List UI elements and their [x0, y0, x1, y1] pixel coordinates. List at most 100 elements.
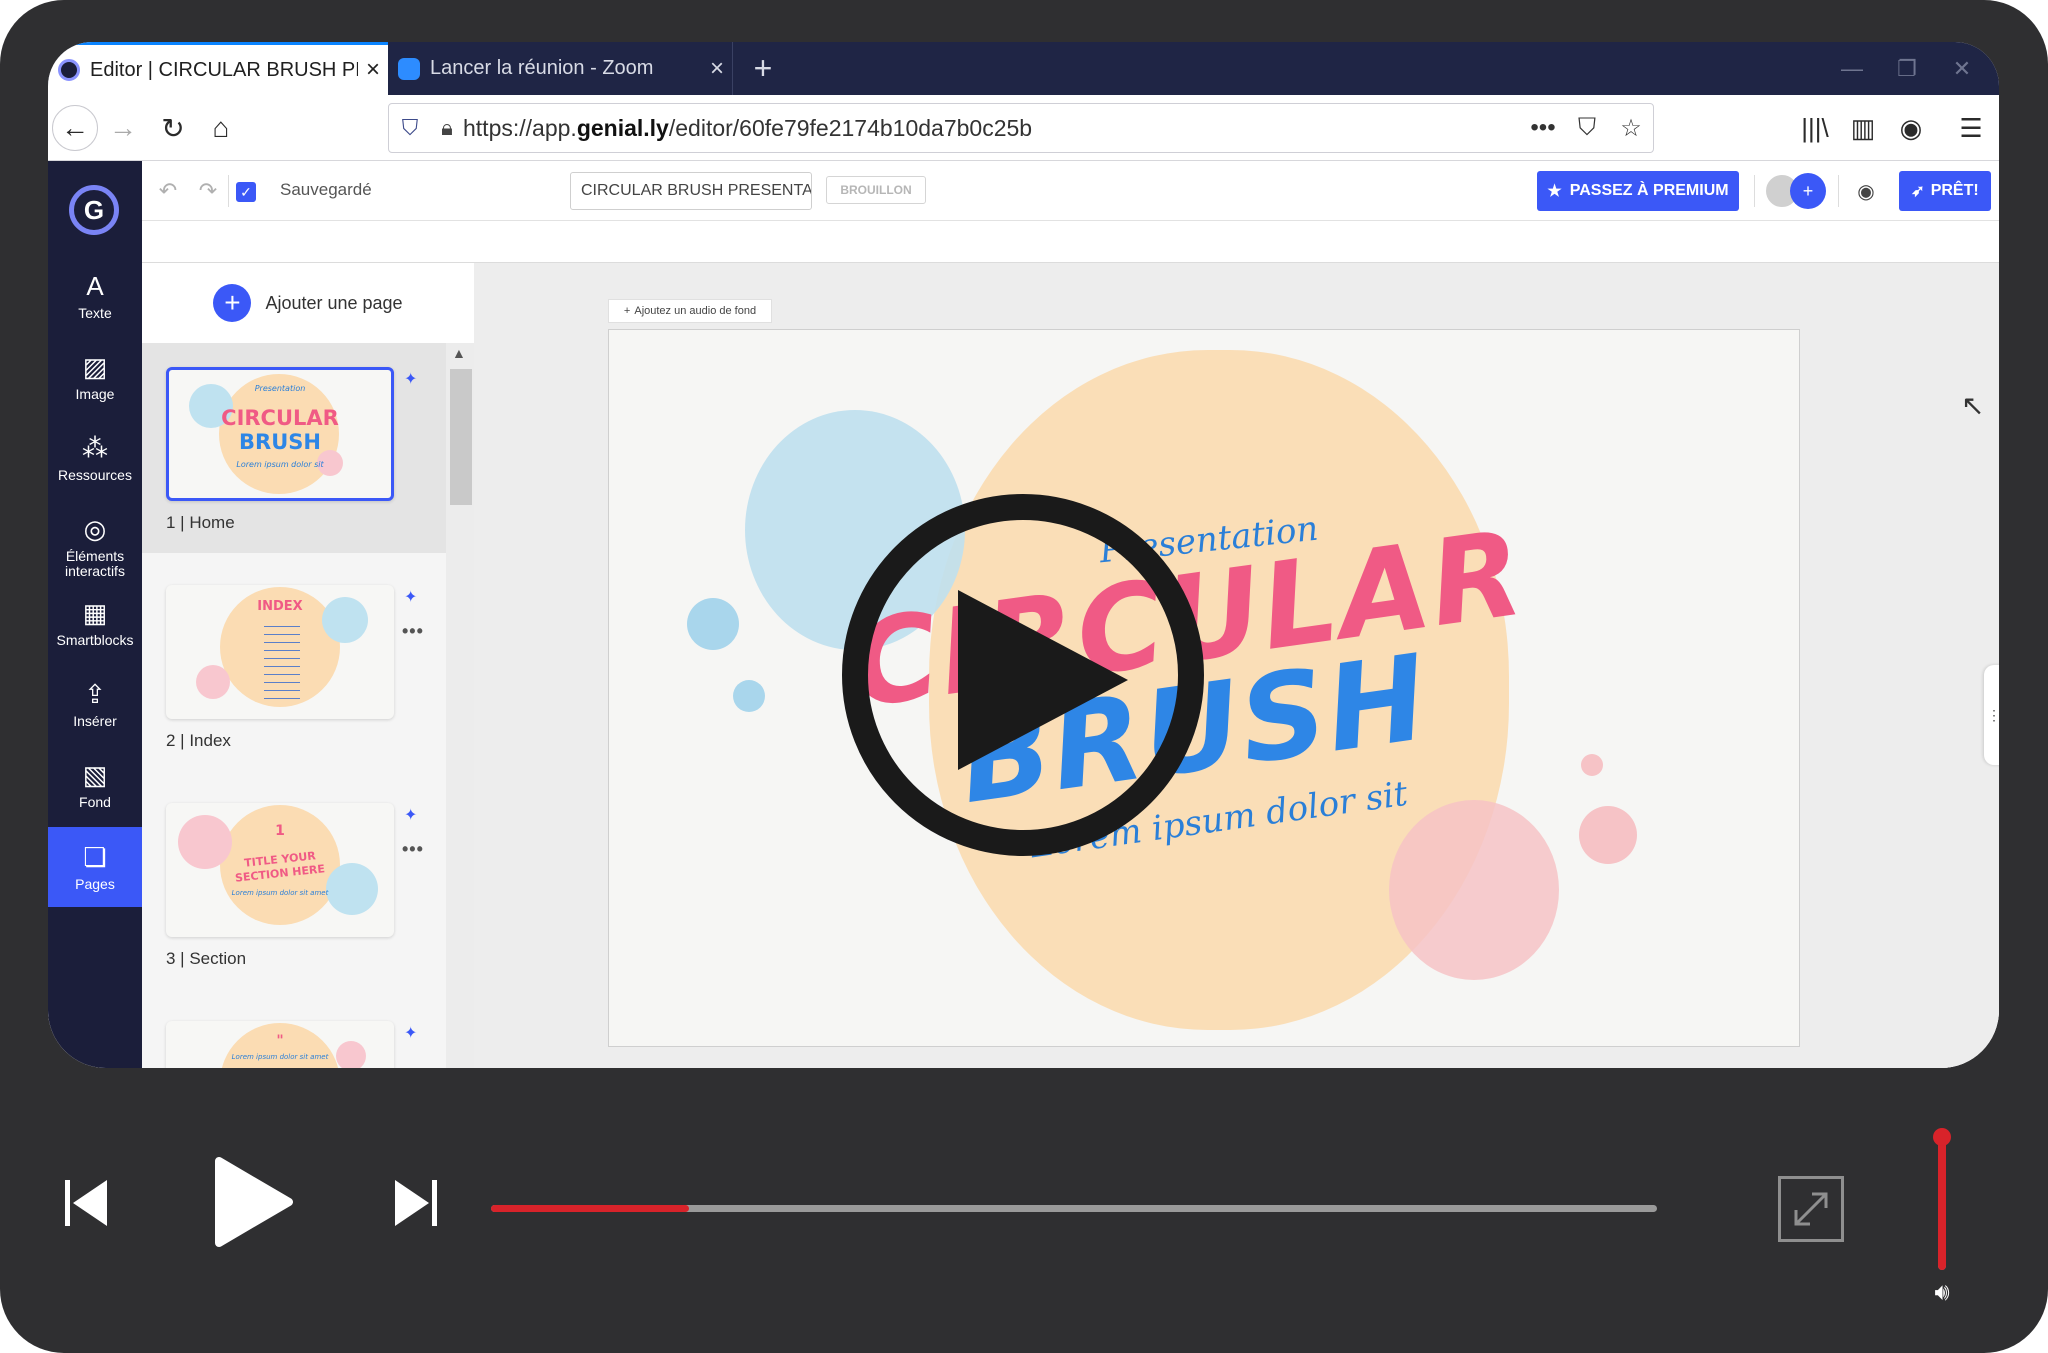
- thumb-index-list: [264, 621, 300, 701]
- magic-wand-icon[interactable]: ✦: [404, 805, 417, 825]
- bookmark-star-icon[interactable]: ☆: [1609, 114, 1653, 143]
- more-options-icon[interactable]: •••: [402, 839, 424, 860]
- page-thumbnail[interactable]: INDEX: [166, 585, 394, 719]
- pages-scrollbar[interactable]: ▲: [446, 343, 474, 1068]
- page-thumbnail[interactable]: " Lorem ipsum dolor sit amet: [166, 1021, 394, 1068]
- browser-menu-icon[interactable]: ☰: [1948, 105, 1994, 151]
- nav-insert[interactable]: ⇪ Insérer: [48, 664, 142, 744]
- saved-status: Sauvegardé: [280, 180, 372, 199]
- toolbar-divider: [1838, 175, 1839, 207]
- nav-smartblocks[interactable]: ▦ Smartblocks: [48, 583, 142, 663]
- redo-icon[interactable]: ↷: [192, 175, 224, 207]
- video-player: Editor | CIRCULAR BRUSH PRES × Lancer la…: [0, 0, 2048, 1353]
- rocket-icon: ➶: [1911, 183, 1925, 200]
- side-panel-handle[interactable]: ⋮: [1984, 665, 1999, 765]
- nav-pages[interactable]: ❏ Pages: [48, 827, 142, 907]
- interactive-elements-icon: ◎: [83, 513, 107, 544]
- magic-wand-icon[interactable]: ✦: [404, 369, 417, 389]
- reload-icon[interactable]: ↻: [150, 105, 196, 151]
- page-thumbnail[interactable]: 1 TITLE YOUR SECTION HERE Lorem ipsum do…: [166, 803, 394, 937]
- project-title-input[interactable]: CIRCULAR BRUSH PRESENTAT: [570, 172, 812, 210]
- volume-slider-handle[interactable]: [1933, 1128, 1951, 1146]
- skip-next-icon[interactable]: [386, 1170, 446, 1236]
- editor-toolbar: ↶ ↷ ✓ Sauvegardé CIRCULAR BRUSH PRESENTA…: [142, 161, 1999, 221]
- page-thumbnail-item[interactable]: " Lorem ipsum dolor sit amet ✦: [142, 997, 446, 1068]
- tab-title: Lancer la réunion - Zoom: [430, 57, 654, 79]
- magic-wand-icon[interactable]: ✦: [404, 587, 417, 607]
- genially-logo-icon[interactable]: G: [69, 185, 119, 235]
- ready-button[interactable]: ➶ PRÊT!: [1899, 171, 1991, 211]
- left-toolbar: G A Texte ▨ Image ⁂ Ressources ◎ Élément…: [48, 161, 142, 1068]
- sidebar-icon[interactable]: ▥: [1840, 105, 1886, 151]
- background-icon: ▧: [82, 760, 108, 790]
- tab-genially-editor[interactable]: Editor | CIRCULAR BRUSH PRES ×: [48, 42, 388, 95]
- nav-label: Texte: [78, 305, 112, 321]
- add-background-audio-button[interactable]: + Ajoutez un audio de fond: [608, 299, 772, 323]
- close-tab-icon[interactable]: ×: [358, 56, 388, 84]
- add-page-label: Ajouter une page: [265, 292, 403, 313]
- tab-zoom[interactable]: Lancer la réunion - Zoom ×: [388, 42, 733, 95]
- more-options-icon[interactable]: •••: [402, 621, 424, 642]
- account-icon[interactable]: ◉: [1888, 105, 1934, 151]
- add-page-button[interactable]: + Ajouter une page: [142, 263, 474, 343]
- address-bar[interactable]: ⛉ 🔒︎ https://app.genial.ly/editor/60fe79…: [388, 103, 1654, 153]
- audio-label: Ajoutez un audio de fond: [634, 305, 757, 317]
- overlay-play-button[interactable]: [842, 494, 1204, 856]
- progress-bar[interactable]: [491, 1205, 1657, 1212]
- tab-title: Editor | CIRCULAR BRUSH PRES: [90, 58, 358, 81]
- skip-previous-icon[interactable]: [56, 1170, 116, 1236]
- add-collaborator-icon[interactable]: +: [1790, 173, 1826, 209]
- ready-label: PRÊT!: [1930, 182, 1979, 199]
- tracking-shield-icon[interactable]: ⛉: [389, 115, 431, 141]
- ruler: [142, 221, 1999, 263]
- nav-resources[interactable]: ⁂ Ressources: [48, 418, 142, 498]
- mouse-cursor-icon: ↖: [1961, 390, 1985, 421]
- slide-canvas[interactable]: Presentation CIRCULAR BRUSH Lorem ipsum …: [608, 329, 1800, 1047]
- nav-label: Insérer: [73, 713, 117, 729]
- page-thumbnail-item[interactable]: 1 TITLE YOUR SECTION HERE Lorem ipsum do…: [142, 779, 446, 989]
- back-icon[interactable]: ←: [52, 105, 98, 151]
- magic-wand-icon[interactable]: ✦: [404, 1023, 417, 1043]
- progress-bar-fill: [491, 1205, 690, 1212]
- volume-slider[interactable]: [1938, 1130, 1946, 1270]
- chevron-up-icon[interactable]: ▲: [452, 345, 466, 361]
- image-icon: ▨: [82, 352, 108, 382]
- new-tab-icon[interactable]: +: [738, 42, 788, 95]
- library-icon[interactable]: |||\: [1792, 105, 1838, 151]
- nav-text[interactable]: A Texte: [48, 256, 142, 336]
- volume-icon[interactable]: 🔊︎: [1922, 1278, 1962, 1308]
- nav-label: Éléments interactifs: [65, 547, 125, 579]
- browser-navigation-bar: ← → ↻ ⌂ ⛉ 🔒︎ https://app.genial.ly/edito…: [48, 95, 1999, 161]
- zoom-favicon-icon: [398, 57, 420, 80]
- draft-badge: BROUILLON: [826, 176, 926, 204]
- editor-canvas[interactable]: + Ajoutez un audio de fond Presentation …: [474, 263, 1999, 1068]
- smartblocks-icon: ▦: [82, 598, 108, 628]
- close-tab-icon[interactable]: ×: [702, 55, 732, 83]
- forward-icon[interactable]: →: [100, 105, 146, 151]
- play-button-icon[interactable]: [206, 1152, 296, 1252]
- home-icon[interactable]: ⌂: [198, 105, 244, 151]
- page-actions-icon[interactable]: •••: [1521, 114, 1565, 142]
- thumb-script: Presentation: [254, 384, 306, 393]
- page-label: 2 | Index: [166, 731, 231, 750]
- pages-icon: ❏: [83, 842, 107, 872]
- plus-icon: +: [213, 284, 252, 322]
- scrollbar-thumb[interactable]: [450, 369, 472, 505]
- nav-image[interactable]: ▨ Image: [48, 337, 142, 417]
- close-window-icon[interactable]: ✕: [1927, 42, 1997, 95]
- page-label: 3 | Section: [166, 949, 247, 968]
- page-thumbnail[interactable]: Presentation CIRCULAR BRUSH Lorem ipsum …: [166, 367, 394, 501]
- nav-interactive-elements[interactable]: ◎ Éléments interactifs: [48, 501, 142, 591]
- page-thumbnail-item[interactable]: Presentation CIRCULAR BRUSH Lorem ipsum …: [142, 343, 446, 553]
- thumb-title: INDEX: [257, 599, 303, 614]
- pocket-icon[interactable]: ⛉: [1565, 114, 1609, 142]
- preview-eye-icon[interactable]: ◉: [1850, 175, 1882, 207]
- fullscreen-icon[interactable]: [1778, 1176, 1844, 1242]
- nav-background[interactable]: ▧ Fond: [48, 745, 142, 825]
- go-premium-button[interactable]: ★ PASSEZ À PREMIUM: [1537, 171, 1739, 211]
- lock-icon[interactable]: 🔒︎: [431, 115, 463, 141]
- url-text[interactable]: https://app.genial.ly/editor/60fe79fe217…: [463, 115, 1521, 142]
- thumb-blob: [196, 665, 230, 699]
- undo-icon[interactable]: ↶: [152, 175, 184, 207]
- page-thumbnail-item[interactable]: INDEX ✦ ••• 2 | Index: [142, 561, 446, 771]
